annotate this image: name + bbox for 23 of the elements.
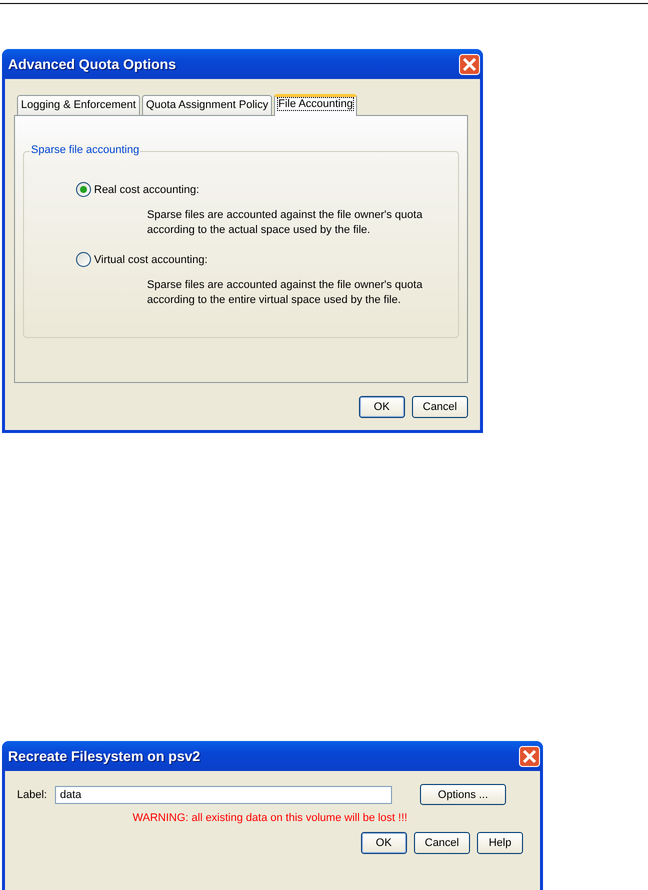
radio-label: Virtual cost accounting: (94, 254, 208, 266)
close-icon[interactable] (459, 54, 480, 74)
window-title: Advanced Quota Options (8, 56, 176, 72)
input-field[interactable]: data (54, 786, 392, 804)
option-description: Sparse files are accounted against the file owner's quota according to the actual space used by the file. (147, 208, 424, 238)
field-label: Label: (17, 788, 47, 800)
tab[interactable]: Logging & Enforcement (17, 95, 140, 115)
dialog-button[interactable]: OK (360, 832, 407, 854)
tab[interactable]: File Accounting (274, 94, 357, 116)
option-description: Sparse files are accounted against the file owner's quota according to the entire virtual space used by the file. (147, 278, 424, 308)
options-button[interactable]: Options ... (420, 784, 506, 805)
radio-button[interactable] (76, 182, 91, 197)
radio-label: Real cost accounting: (94, 184, 200, 196)
dialog-button[interactable]: Help (477, 832, 523, 854)
close-icon[interactable] (519, 746, 540, 766)
dialog-button[interactable]: Cancel (412, 396, 468, 418)
dialog-button[interactable]: Cancel (414, 832, 470, 854)
group-title: Sparse file accounting (30, 144, 140, 156)
window-title: Recreate Filesystem on psv2 (8, 748, 200, 764)
tab[interactable]: Quota Assignment Policy (142, 95, 272, 115)
radio-button[interactable] (76, 252, 91, 267)
warning-text: WARNING: all existing data on this volume will be lost !!! (132, 812, 408, 824)
dialog-button[interactable]: OK (358, 396, 405, 418)
